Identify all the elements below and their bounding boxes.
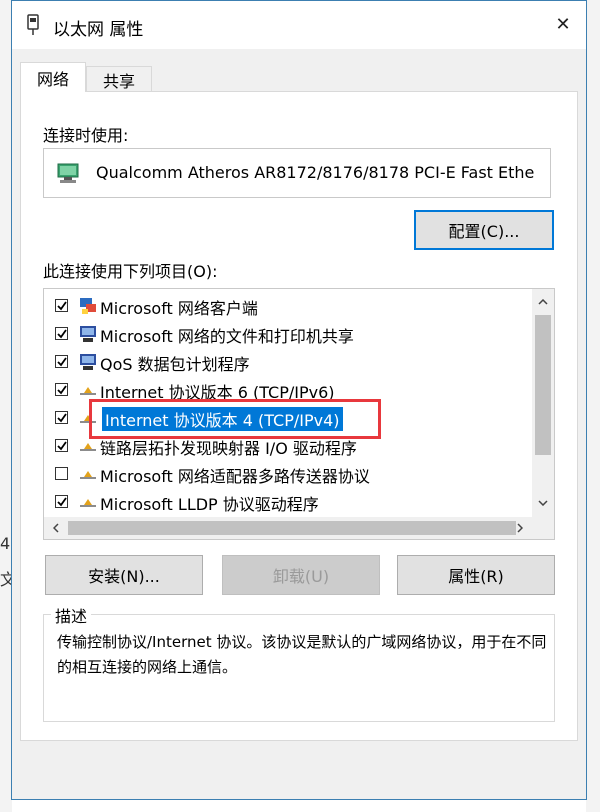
list-item-label: Microsoft LLDP 协议驱动程序 [100,495,319,514]
horizontal-scroll-thumb[interactable] [68,521,516,535]
horizontal-scrollbar[interactable] [44,517,554,539]
protocol-icon [78,436,98,460]
protocol-icon [78,492,98,516]
list-item[interactable]: Microsoft 网络的文件和打印机共享 [44,320,532,348]
checkbox[interactable] [55,383,68,396]
description-title: 描述 [51,603,92,627]
network-adapter-icon [24,14,42,40]
list-item[interactable]: Microsoft LLDP 协议驱动程序 [44,488,532,516]
vertical-scrollbar[interactable] [532,289,554,517]
network-client-icon [78,296,98,320]
connect-using-label: 连接时使用: [43,126,129,145]
list-item-label: Microsoft 网络适配器多路传送器协议 [100,467,370,486]
list-item-label: Internet 协议版本 6 (TCP/IPv6) [100,383,335,402]
network-adapter-icon [56,161,80,189]
list-item-label: QoS 数据包计划程序 [100,355,250,374]
tab-network[interactable]: 网络 [20,62,86,92]
list-item-label: Microsoft 网络客户端 [100,299,258,318]
vertical-scroll-thumb[interactable] [535,315,551,455]
background-text: 4 [0,534,11,553]
scroll-left-arrow-icon[interactable] [48,520,64,536]
adapter-field: Qualcomm Atheros AR8172/8176/8178 PCI-E … [43,148,551,198]
list-item[interactable]: Internet 协议版本 4 (TCP/IPv4) [44,404,532,432]
network-tab-panel: 连接时使用: Qualcomm Atheros AR8172/8176/8178… [20,91,578,741]
list-item-label: Internet 协议版本 4 (TCP/IPv4) [102,407,343,431]
scroll-down-arrow-icon[interactable] [535,495,551,511]
checkbox[interactable] [55,411,68,424]
description-text: 传输控制协议/Internet 协议。该协议是默认的广域网络协议，用于在不同的相… [57,633,547,676]
install-button[interactable]: 安装(N)... [45,555,203,595]
list-item-label: 链路层拓扑发现映射器 I/O 驱动程序 [100,439,357,458]
list-item[interactable]: QoS 数据包计划程序 [44,348,532,376]
protocol-icon [78,464,98,488]
components-list[interactable]: Microsoft 网络客户端 Microsoft 网络的文件和打印机共享 Qo… [43,288,555,540]
scroll-up-arrow-icon[interactable] [535,294,551,310]
items-label: 此连接使用下列项目(O): [43,262,218,281]
properties-button[interactable]: 属性(R) [397,555,555,595]
title-bar[interactable]: 以太网 属性 ✕ [12,1,586,49]
list-item[interactable]: Microsoft 网络客户端 [44,292,532,320]
file-printer-sharing-icon [78,324,98,348]
configure-button[interactable]: 配置(C)... [414,210,554,250]
close-button[interactable]: ✕ [540,1,586,47]
list-item[interactable]: Microsoft 网络适配器多路传送器协议 [44,460,532,488]
close-icon: ✕ [555,13,571,35]
list-item[interactable]: Internet 协议版本 6 (TCP/IPv6) [44,376,532,404]
ethernet-properties-dialog: 以太网 属性 ✕ 网络 共享 连接时使用: Qualcomm Atheros A… [11,0,587,800]
scroll-right-arrow-icon[interactable] [512,520,528,536]
checkbox[interactable] [55,327,68,340]
tab-sharing[interactable]: 共享 [86,66,152,92]
list-item[interactable]: 链路层拓扑发现映射器 I/O 驱动程序 [44,432,532,460]
background-window-right [586,0,600,812]
list-item-label: Microsoft 网络的文件和打印机共享 [100,327,354,346]
protocol-icon [78,380,98,404]
uninstall-button[interactable]: 卸载(U) [222,555,380,595]
window-title: 以太网 属性 [53,20,144,40]
checkbox[interactable] [55,299,68,312]
checkbox[interactable] [55,495,68,508]
checkbox[interactable] [55,439,68,452]
checkbox[interactable] [55,467,68,480]
adapter-name: Qualcomm Atheros AR8172/8176/8178 PCI-E … [96,163,535,182]
checkbox[interactable] [55,355,68,368]
protocol-icon [78,408,98,432]
qos-icon [78,352,98,376]
